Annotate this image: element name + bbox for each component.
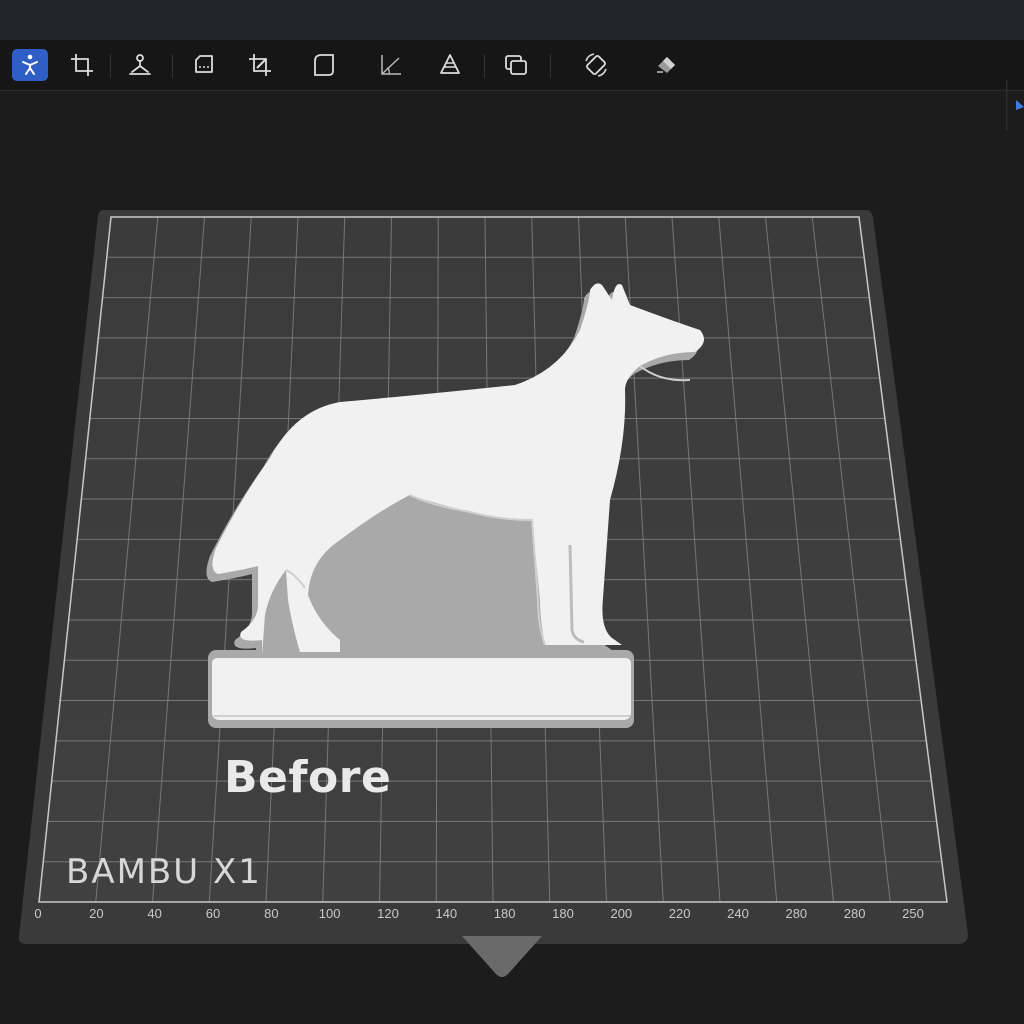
split-icon: [129, 54, 151, 75]
duplicate-tool-button[interactable]: [498, 49, 534, 81]
ruler-tick-label: 180: [552, 906, 574, 921]
paint-icon: [657, 57, 675, 73]
ruler-tick-label: 240: [727, 906, 749, 921]
split-tool-button[interactable]: [122, 49, 158, 81]
ruler-tick-label: 200: [610, 906, 633, 921]
ruler-tick-label: 280: [785, 906, 808, 921]
rounded-square-icon: [314, 54, 334, 76]
model-caption: Before: [224, 752, 392, 803]
3d-viewport[interactable]: Before BAMBU X1 0 20 40 60 80 100 120 140 180 180…: [0, 91, 1024, 1024]
rotate-tool-button[interactable]: [578, 49, 614, 81]
ruler-tick-label: 0: [34, 906, 42, 921]
ruler-tick-label: 140: [435, 906, 458, 921]
toolbar: [0, 40, 1024, 130]
crop-pencil-icon: [249, 54, 271, 76]
rounded-square-tool-button[interactable]: [306, 49, 342, 81]
angle-tool-button[interactable]: [372, 49, 408, 81]
layer-height-tool-button[interactable]: [432, 49, 468, 81]
paint-tool-button[interactable]: [648, 49, 684, 81]
title-bar: [0, 0, 1024, 40]
crop-pencil-tool-button[interactable]: [242, 49, 278, 81]
ruler-tick-label: 180: [493, 906, 516, 921]
plate-ruler: 0 20 40 60 80 100 120 140 180 180 200 220 240 280 280 2…: [0, 906, 1024, 922]
ruler-tick-label: 220: [668, 906, 691, 921]
duplicate-icon: [505, 55, 527, 75]
ruler-tick-label: 250: [902, 906, 924, 921]
ruler-tick-label: 120: [377, 906, 399, 921]
ruler-tick-label: 40: [147, 906, 162, 921]
layer-height-icon: [440, 54, 460, 74]
ruler-tick-label: 20: [89, 906, 104, 921]
plate-brand-label: BAMBU X1: [66, 852, 262, 892]
crop-icon: [71, 54, 93, 76]
crop-tool-button[interactable]: [64, 49, 100, 81]
cut-plane-tool-button[interactable]: [186, 49, 222, 81]
ruler-tick-label: 60: [205, 906, 221, 921]
rotate-icon: [585, 53, 607, 77]
move-tool-button[interactable]: [12, 49, 48, 81]
angle-icon: [381, 55, 401, 75]
plate-selector-arrow[interactable]: [462, 936, 542, 977]
ruler-tick-label: 100: [318, 906, 341, 921]
move-icon: [22, 54, 38, 75]
ruler-tick-label: 80: [264, 906, 279, 921]
ruler-tick-label: 280: [843, 906, 866, 921]
cut-plane-icon: [195, 55, 213, 73]
